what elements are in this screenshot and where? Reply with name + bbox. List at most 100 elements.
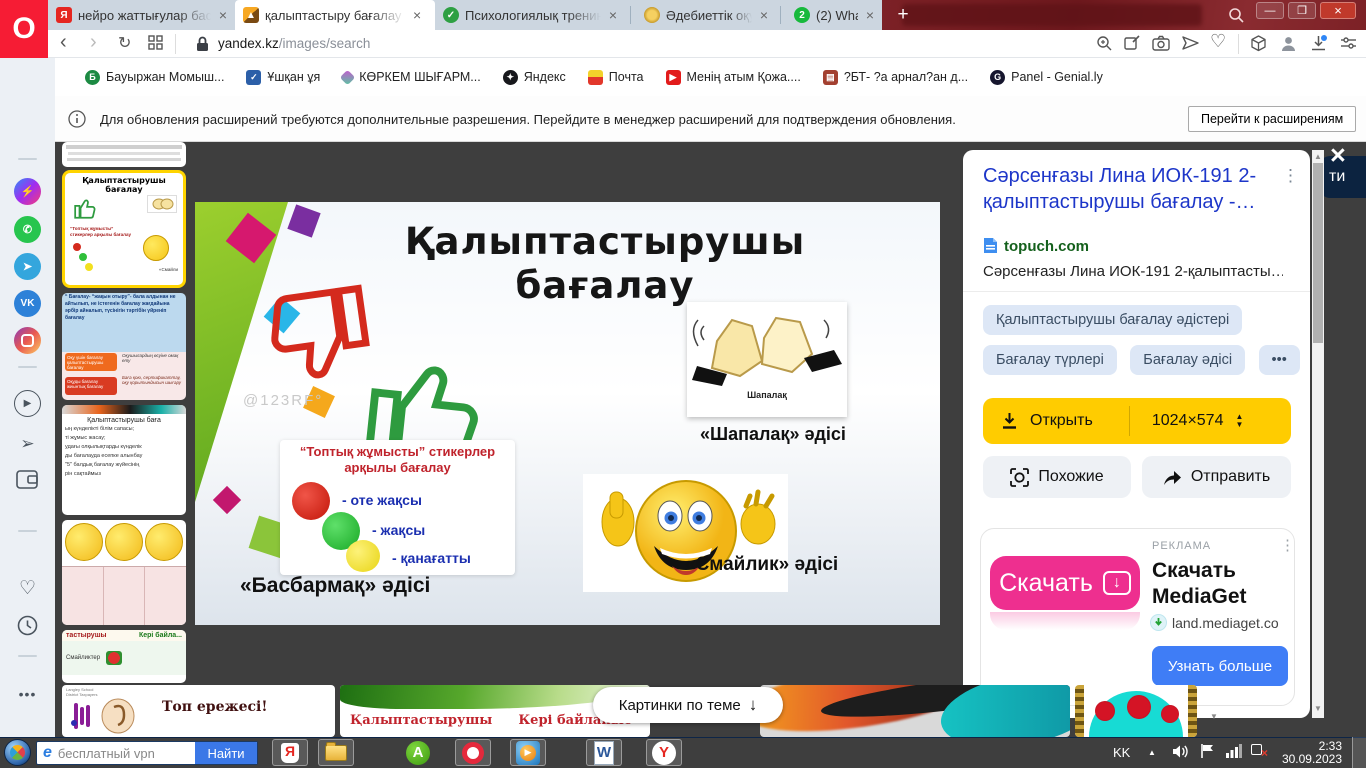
- reload-icon[interactable]: ↻: [118, 33, 131, 53]
- tray-language[interactable]: KK: [1113, 745, 1130, 760]
- history-clock-icon[interactable]: [17, 615, 38, 636]
- scroll-down-icon[interactable]: ▼: [1314, 704, 1322, 713]
- result-thumbnail[interactable]: Қалыптастырушы баға ың күнделікті білім …: [62, 405, 186, 515]
- taskbar-mediaplayer-icon[interactable]: ▶: [510, 739, 546, 766]
- tray-clock-date[interactable]: 30.09.2023: [1270, 752, 1342, 766]
- close-window-button[interactable]: ×: [1320, 2, 1356, 19]
- panel-menu-icon[interactable]: ⋮: [1282, 166, 1299, 186]
- viewed-image[interactable]: Қалыптастырушы бағалау @123RF° «Басбармақ…: [195, 202, 940, 625]
- tab-close-icon[interactable]: ×: [219, 7, 227, 23]
- vk-icon[interactable]: VK: [14, 290, 41, 317]
- back-icon[interactable]: ‹: [60, 31, 67, 54]
- related-images-button[interactable]: Картинки по теме ↓: [593, 687, 783, 723]
- tab-close-icon[interactable]: ×: [866, 7, 874, 23]
- tab-search-icon[interactable]: [1228, 7, 1245, 24]
- go-to-extensions-button[interactable]: Перейти к расширениям: [1188, 106, 1357, 132]
- related-thumbnail[interactable]: Langley School District Taxpayers Топ ере…: [62, 685, 335, 737]
- send-icon[interactable]: [1182, 35, 1200, 51]
- tab-psychology[interactable]: ✓ Психологиялық тренингте ×: [435, 0, 625, 30]
- result-thumbnail-selected[interactable]: Қалыптастырушы бағалау “Топтық жұмысты” …: [62, 170, 186, 288]
- profile-icon[interactable]: [1280, 35, 1297, 52]
- tag-chip[interactable]: Бағалау түрлері: [983, 345, 1117, 375]
- show-desktop-button[interactable]: [1352, 737, 1366, 768]
- lock-icon[interactable]: [196, 36, 209, 52]
- tray-power-error-icon[interactable]: ×: [1250, 742, 1268, 760]
- taskbar-word-icon[interactable]: W: [586, 739, 622, 766]
- open-image-button[interactable]: Открыть 1024×574 ▲ ▼: [983, 398, 1291, 444]
- bookmarks-heart-icon[interactable]: ♡: [14, 575, 41, 602]
- strip-scroll-down-icon[interactable]: ▼: [1210, 712, 1218, 721]
- telegram-icon[interactable]: ➤: [14, 253, 41, 280]
- zoom-icon[interactable]: [1096, 35, 1113, 52]
- share-button[interactable]: Отправить: [1142, 456, 1291, 498]
- new-tab-button[interactable]: +: [890, 3, 916, 27]
- taskbar-avast-icon[interactable]: A: [400, 739, 436, 766]
- tags-more-chip[interactable]: •••: [1258, 345, 1300, 375]
- tab-whatsapp[interactable]: 2 (2) WhatsApp ×: [786, 0, 882, 30]
- wallet-cube-icon[interactable]: [1250, 35, 1267, 52]
- taskbar-find-button[interactable]: Найти: [195, 742, 257, 764]
- taskbar-opera-icon[interactable]: [455, 739, 491, 766]
- start-button[interactable]: [4, 739, 31, 766]
- speed-dial-grid-icon[interactable]: [148, 35, 163, 50]
- tab-current-images[interactable]: ▲ қалыптастыру бағалау фот ×: [235, 0, 435, 30]
- tray-expand-icon[interactable]: ▲: [1148, 748, 1156, 757]
- ad-cta-button[interactable]: Узнать больше: [1152, 646, 1288, 686]
- tray-action-center-flag-icon[interactable]: [1200, 743, 1215, 759]
- site-link[interactable]: topuch.com: [1004, 238, 1089, 255]
- tab-close-icon[interactable]: ×: [609, 7, 617, 23]
- ad-menu-icon[interactable]: ⋮: [1280, 536, 1295, 554]
- ad-graphic-download-button[interactable]: Скачать ↓: [990, 556, 1140, 610]
- tab-adebiet[interactable]: Әдебиеттік оқу 3 (1-бөлім ×: [636, 0, 776, 30]
- forward-icon[interactable]: ›: [90, 31, 97, 54]
- bookmark-item[interactable]: ▤ ?БТ- ?а арнал?ан д...: [822, 69, 968, 85]
- bookmark-item[interactable]: Почта: [587, 69, 644, 85]
- whatsapp-icon[interactable]: ✆: [14, 216, 41, 243]
- bookmark-item[interactable]: G Panel - Genial.ly: [990, 69, 1103, 85]
- result-thumbnail[interactable]: тастырушы Кері байла... Смайликтер: [62, 630, 186, 683]
- related-thumbnail[interactable]: [1075, 685, 1197, 737]
- result-thumbnail[interactable]: [62, 520, 186, 625]
- panel-scrollbar-thumb[interactable]: [1313, 163, 1323, 343]
- similar-images-button[interactable]: Похожие: [983, 456, 1131, 498]
- player-icon[interactable]: ▶: [14, 390, 41, 417]
- opera-logo-icon[interactable]: O: [0, 0, 48, 58]
- related-thumbnail[interactable]: [760, 685, 1070, 737]
- ad-site-link[interactable]: land.mediaget.co: [1172, 615, 1290, 631]
- camera-icon[interactable]: [1152, 35, 1170, 51]
- resolution-value[interactable]: 1024×574: [1152, 412, 1224, 430]
- edit-snapshot-icon[interactable]: [1124, 35, 1141, 52]
- bookmark-item[interactable]: ▶ Менің атым Қожа....: [665, 69, 801, 85]
- my-flow-icon[interactable]: ➢: [14, 430, 41, 457]
- wallet-icon[interactable]: [16, 470, 38, 489]
- tray-volume-icon[interactable]: [1172, 744, 1190, 759]
- resolution-dropdown-icon[interactable]: ▲ ▼: [1235, 413, 1243, 429]
- tab-close-icon[interactable]: ×: [760, 7, 768, 23]
- scroll-up-icon[interactable]: ▲: [1314, 152, 1322, 161]
- minimize-button[interactable]: —: [1256, 2, 1284, 19]
- taskbar-yandex-icon[interactable]: Я: [272, 739, 308, 766]
- image-title-link[interactable]: Сәрсенғазы Лина ИОК-191 2- қалыптастырушы…: [983, 163, 1268, 215]
- bookmark-item[interactable]: КӨРКЕМ ШЫҒАРМ...: [339, 69, 481, 85]
- sidebar-more-icon[interactable]: •••: [14, 680, 41, 707]
- settings-tune-icon[interactable]: [1340, 35, 1357, 52]
- bookmark-item[interactable]: ✓ Ұшқан ұя: [246, 69, 320, 85]
- viewer-close-icon[interactable]: ×: [1330, 142, 1346, 169]
- taskbar-ybrowser-icon[interactable]: Y: [646, 739, 682, 766]
- tab-neuro[interactable]: Я нейро жаттығулар бастауы ×: [48, 0, 235, 30]
- result-thumbnail[interactable]: “ Бағалау- “жақын отыру”- бала алдынан н…: [62, 293, 186, 400]
- tag-chip[interactable]: Бағалау әдісі: [1130, 345, 1246, 375]
- restore-button[interactable]: ❐: [1288, 2, 1316, 19]
- tag-chip[interactable]: Қалыптастырушы бағалау әдістері: [983, 305, 1251, 335]
- taskbar-search-box[interactable]: e бесплатный vpn Найти: [36, 741, 258, 765]
- bookmark-item[interactable]: Б Бауыржан Момыш...: [85, 69, 224, 85]
- result-thumbnail[interactable]: [62, 142, 186, 167]
- downloads-icon[interactable]: [1310, 35, 1327, 52]
- heart-icon[interactable]: ♡: [1210, 31, 1226, 52]
- tray-clock-time[interactable]: 2:33: [1284, 739, 1342, 753]
- tray-network-icon[interactable]: [1225, 744, 1242, 758]
- tab-close-icon[interactable]: ×: [413, 7, 421, 23]
- messenger-icon[interactable]: ⚡: [14, 178, 41, 205]
- instagram-icon[interactable]: [14, 327, 41, 354]
- bookmark-item[interactable]: ✦ Яндекс: [502, 69, 566, 85]
